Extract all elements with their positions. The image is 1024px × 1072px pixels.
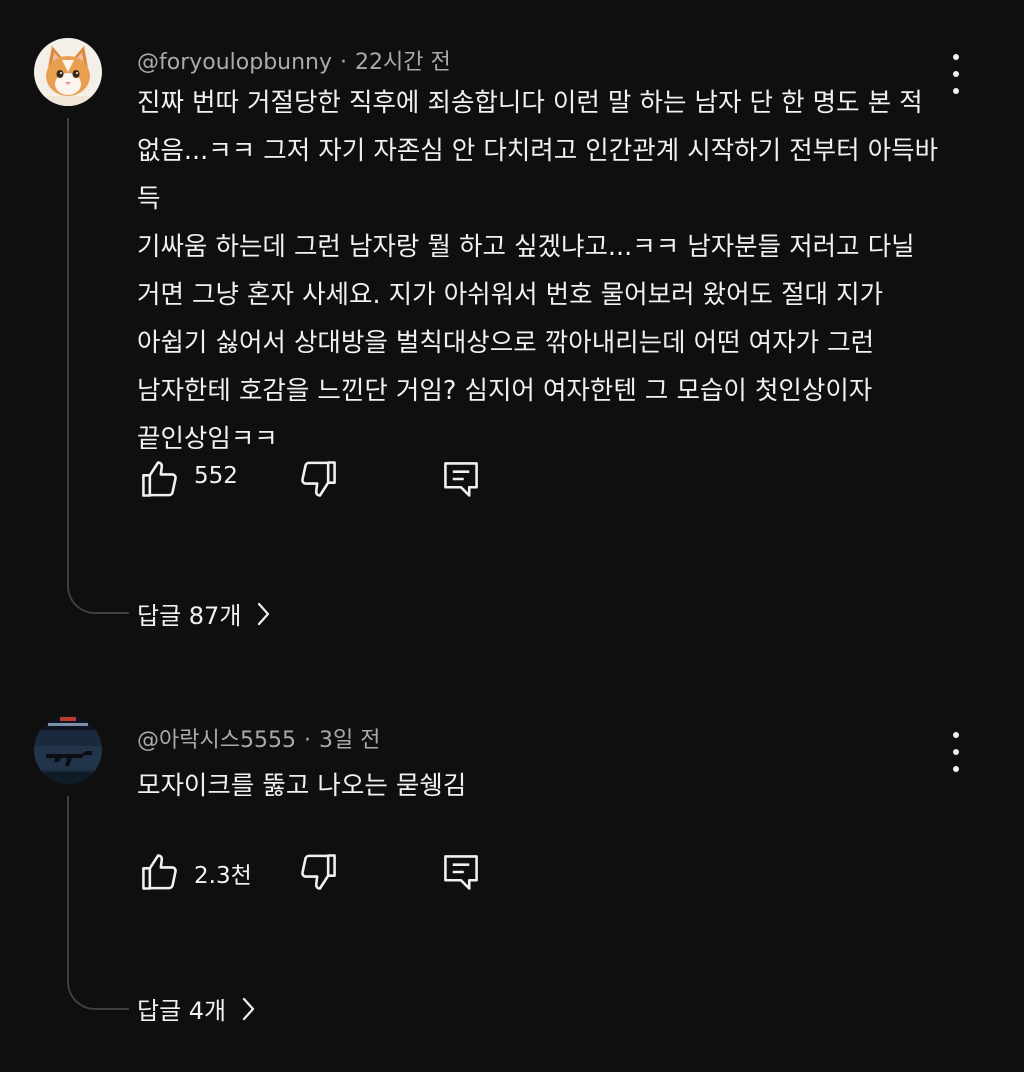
- comment-text: 진짜 번따 거절당한 직후에 죄송합니다 이런 말 하는 남자 단 한 명도 본…: [137, 88, 939, 454]
- reply-thread-line: [67, 118, 129, 614]
- like-count: 2.3천: [194, 863, 252, 889]
- comment-thread: @아락시스5555 · 3일 전 모자이크를 뚫고 나오는 묻쉥김 2.3천 답글 …: [0, 690, 1024, 1072]
- comment-time: 22시간 전: [355, 50, 451, 75]
- reply-button[interactable]: [439, 850, 483, 894]
- comment-actions: 2.3천: [137, 850, 497, 894]
- author-handle[interactable]: @foryoulopbunny: [137, 50, 332, 75]
- comment-thread: @foryoulopbunny · 22시간 전 진짜 번따 거절당한 직후에 죄송…: [0, 0, 1024, 660]
- avatar[interactable]: [34, 38, 102, 106]
- avatar[interactable]: [34, 716, 102, 784]
- comment-meta: @foryoulopbunny · 22시간 전: [137, 44, 451, 76]
- like-button[interactable]: [137, 850, 181, 894]
- replies-count-label: 답글 87개: [137, 602, 242, 630]
- author-handle[interactable]: @아락시스5555: [137, 728, 296, 753]
- replies-toggle-button[interactable]: 답글 4개: [137, 991, 258, 1026]
- like-button[interactable]: [137, 457, 181, 501]
- thumb-up-icon: [142, 854, 177, 890]
- cat-avatar-image: [34, 38, 102, 106]
- separator-dot: ·: [303, 728, 311, 753]
- thumb-down-icon: [301, 461, 336, 497]
- comment-reply-icon: [444, 855, 478, 890]
- reply-button[interactable]: [439, 457, 483, 501]
- chevron-right-icon: [258, 602, 270, 625]
- dislike-button[interactable]: [297, 457, 341, 501]
- reply-thread-line: [67, 796, 129, 1010]
- game-avatar-image: [34, 716, 102, 784]
- comment-reply-icon: [444, 462, 478, 497]
- dislike-button[interactable]: [297, 850, 341, 894]
- replies-count-label: 답글 4개: [137, 997, 227, 1025]
- thumb-down-icon: [301, 854, 336, 890]
- comment-actions: 552: [137, 457, 497, 501]
- chevron-right-icon: [243, 997, 255, 1020]
- thumb-up-icon: [142, 461, 177, 497]
- separator-dot: ·: [340, 50, 348, 75]
- comment-time: 3일 전: [318, 728, 381, 753]
- like-count: 552: [194, 463, 238, 489]
- comment-meta: @아락시스5555 · 3일 전: [137, 722, 380, 754]
- replies-toggle-button[interactable]: 답글 87개: [137, 596, 273, 631]
- comment-text: 모자이크를 뚫고 나오는 묻쉥김: [137, 771, 467, 801]
